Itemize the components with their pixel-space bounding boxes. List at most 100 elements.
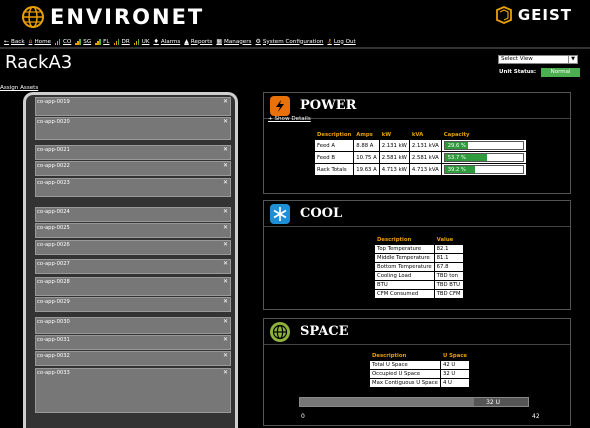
close-icon[interactable]: ✕ — [223, 146, 228, 153]
close-icon[interactable]: ✕ — [223, 179, 228, 186]
cell-value: TBD BTU — [433, 280, 464, 290]
rack-asset[interactable]: co-app-0026 ✕ — [35, 240, 231, 255]
power-icon — [270, 95, 290, 116]
nav-item-reports[interactable]: ▲ Reports — [184, 38, 212, 45]
rack-asset-name: co-app-0028 — [37, 279, 70, 285]
partner-name: GEIST — [517, 6, 572, 24]
rack-asset[interactable]: co-app-0025 ✕ — [35, 223, 231, 238]
nav-item-home[interactable]: ⌂ Home — [29, 38, 51, 45]
status-badge: Normal — [541, 68, 581, 77]
rack-asset-name: co-app-0023 — [37, 180, 70, 186]
view-select-value: Select View — [501, 56, 533, 62]
cell-value: 82.1 — [433, 244, 464, 254]
close-icon[interactable]: ✕ — [223, 224, 228, 231]
nav-item-managers[interactable]: ▦ Managers — [216, 38, 251, 45]
rack-asset[interactable]: co-app-0023 ✕ — [35, 178, 231, 197]
cell-value: 42 U — [439, 360, 471, 370]
table-row: CFM Consumed TBD CFM — [374, 289, 464, 299]
close-icon[interactable]: ✕ — [223, 208, 228, 215]
close-icon[interactable]: ✕ — [223, 260, 228, 267]
assign-assets-link[interactable]: Assign Assets — [0, 85, 38, 91]
table-row: Occupied U Space 32 U — [369, 369, 471, 379]
nav-item-system-configuration[interactable]: ⚙ System Configuration — [255, 38, 323, 45]
table-row: Bottom Temperature 67.8 — [374, 262, 464, 272]
cell-kw: 2.581 kW — [378, 151, 410, 164]
column-header: Description — [313, 130, 355, 140]
rack-unit-marker — [27, 130, 34, 141]
nav-item-uk[interactable]: UK — [133, 38, 149, 45]
capacity-label: 39.2 % — [447, 167, 466, 173]
rack-asset[interactable]: co-app-0027 ✕ — [35, 259, 231, 274]
page-title: RackA3 — [5, 52, 73, 73]
chevron-down-icon[interactable]: ▼ — [568, 56, 577, 63]
table-row: Cooling Load TBD ton — [374, 271, 464, 281]
close-icon[interactable]: ✕ — [223, 336, 228, 343]
close-icon[interactable]: ✕ — [223, 278, 228, 285]
table-header-row: Description U Space — [369, 351, 471, 361]
rack-asset[interactable]: co-app-0029 ✕ — [35, 297, 231, 312]
environet-logo[interactable]: ENVIRONET — [22, 5, 204, 29]
power-table: Description Amps kW kVA Capacity Feed A 8.88 A… — [313, 130, 527, 176]
close-icon[interactable]: ✕ — [223, 162, 228, 169]
top-nav: ← Back ⌂ Home CO SG FL DR UK ♦ Alarms ▲ Reports ▦ Mana… — [0, 36, 590, 47]
close-icon[interactable]: ✕ — [223, 298, 228, 305]
rack-asset[interactable]: co-app-0021 ✕ — [35, 145, 231, 160]
rack-unit-marker — [27, 273, 34, 284]
u-space-min: 0 — [301, 413, 305, 420]
rack-asset[interactable]: co-app-0024 ✕ — [35, 207, 231, 222]
nav-label: Home — [34, 38, 51, 45]
close-icon[interactable]: ✕ — [223, 98, 228, 105]
nav-item-co[interactable]: CO — [54, 38, 71, 45]
grid-icon: ▦ — [216, 38, 223, 45]
cell-description: BTU — [374, 280, 435, 290]
rack-asset[interactable]: co-app-0031 ✕ — [35, 335, 231, 350]
rack-asset[interactable]: co-app-0028 ✕ — [35, 277, 231, 296]
table-row: Feed B 10.75 A 2.581 kW 2.581 kVA 53.7 % — [313, 151, 527, 164]
rack-asset-name: co-app-0032 — [37, 353, 70, 359]
rack-unit-marker — [27, 240, 34, 251]
view-select[interactable]: Select View ▼ — [498, 55, 578, 64]
cell-kva: 4.713 kVA — [408, 163, 442, 176]
cell-desc: Feed A — [313, 139, 355, 152]
rack-unit-marker — [27, 262, 34, 273]
rack-asset[interactable]: co-app-0033 ✕ — [35, 368, 231, 413]
rack-asset[interactable]: co-app-0030 ✕ — [35, 317, 231, 334]
close-icon[interactable]: ✕ — [223, 369, 228, 376]
nav-item-dr[interactable]: DR — [113, 38, 130, 45]
rack-asset[interactable]: co-app-0019 ✕ — [35, 97, 231, 116]
cell-kw: 4.713 kW — [378, 163, 410, 176]
rack-asset[interactable]: co-app-0020 ✕ — [35, 117, 231, 140]
nav-item-log-out[interactable]: ⚷ Log Out — [327, 38, 355, 45]
nav-item-sg[interactable]: SG — [75, 38, 92, 45]
close-icon[interactable]: ✕ — [223, 352, 228, 359]
nav-item-alarms[interactable]: ♦ Alarms — [153, 38, 180, 45]
cell-value: TBD ton — [433, 271, 464, 281]
nav-item-fl[interactable]: FL — [95, 38, 110, 45]
show-details-link[interactable]: + Show Details — [268, 116, 311, 122]
cool-table: Description Value Top Temperature 82.1 Middl… — [374, 235, 464, 299]
rack-asset[interactable]: co-app-0022 ✕ — [35, 161, 231, 176]
close-icon[interactable]: ✕ — [223, 118, 228, 125]
capacity-bar: 39.2 % — [443, 165, 524, 174]
unit-status-label: Unit Status: — [499, 69, 537, 75]
nav-item-back[interactable]: ← Back — [4, 38, 25, 45]
table-row: Top Temperature 82.1 — [374, 244, 464, 254]
cell-description: Bottom Temperature — [374, 262, 435, 272]
close-icon[interactable]: ✕ — [223, 318, 228, 325]
rack-unit-marker — [27, 119, 34, 130]
rack-asset[interactable]: co-app-0032 ✕ — [35, 351, 231, 366]
space-header: SPACE — [264, 319, 570, 345]
close-icon[interactable]: ✕ — [223, 241, 228, 248]
cool-header: COOL — [264, 201, 570, 227]
config-icon: ⚙ — [255, 38, 261, 45]
cell-value: 4 U — [439, 378, 471, 388]
bell-icon: ♦ — [153, 38, 159, 45]
rack-asset-name: co-app-0026 — [37, 242, 70, 248]
column-header: Capacity — [440, 130, 527, 140]
nav-label: Managers — [224, 38, 252, 45]
rack-unit-marker — [27, 306, 34, 317]
table-row: Feed A 8.88 A 2.131 kW 2.131 kVA 29.6 % — [313, 139, 527, 152]
nav-label: SG — [83, 38, 92, 45]
nav-label: DR — [121, 38, 130, 45]
header: ENVIRONET GEIST — [0, 0, 590, 35]
